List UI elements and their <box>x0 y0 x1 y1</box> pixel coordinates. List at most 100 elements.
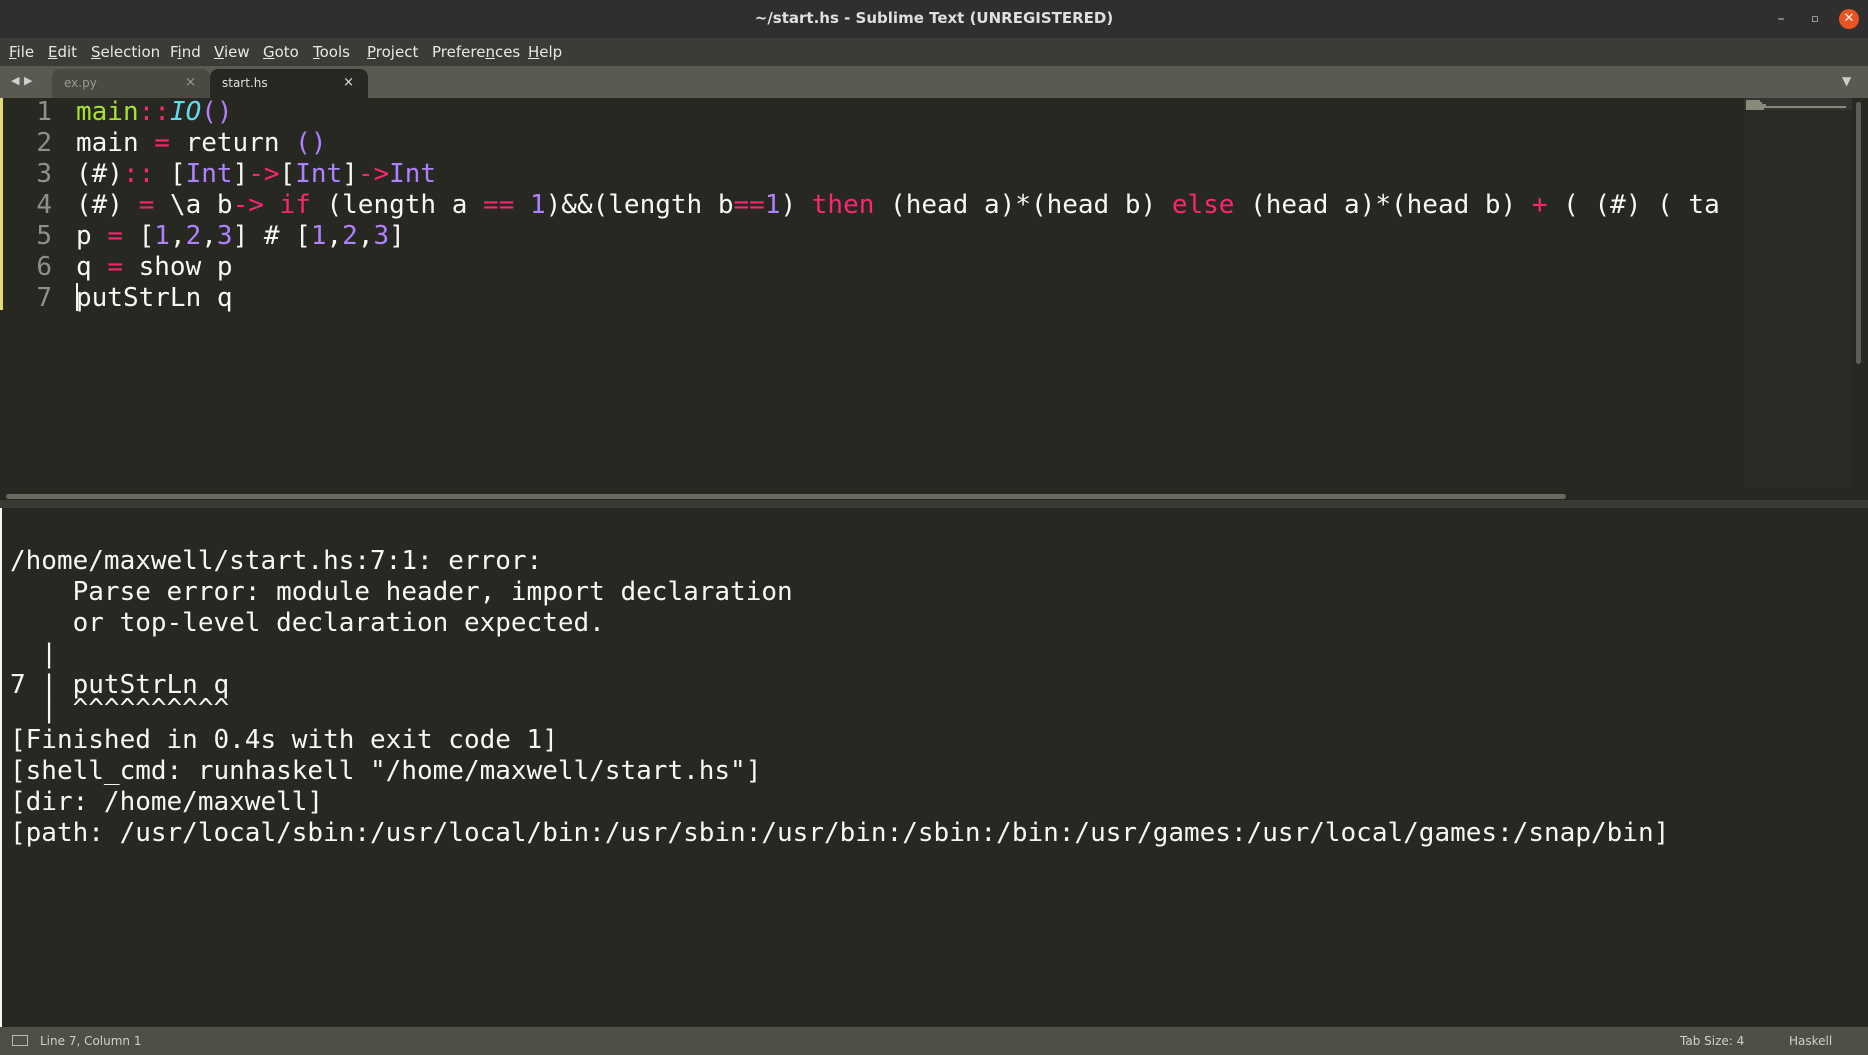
title-bar: ~/start.hs - Sublime Text (UNREGISTERED)… <box>0 0 1868 38</box>
output-line: or top-level declaration expected. <box>10 608 605 638</box>
code-token-plain: putStrLn q <box>76 283 233 313</box>
code-line: p = [1,2,3] # [1,2,3] <box>76 221 405 251</box>
code-token-constant: () <box>295 128 327 158</box>
tab-size[interactable]: Tab Size: 4 <box>1680 1034 1744 1048</box>
code-token-plain: \a b <box>154 190 233 220</box>
code-line: q = show p <box>76 252 233 282</box>
cursor-position[interactable]: Line 7, Column 1 <box>40 1034 142 1048</box>
tab-label: ex.py <box>64 76 97 90</box>
code-token-plain: , <box>201 221 217 251</box>
build-output-panel[interactable]: /home/maxwell/start.hs:7:1: error: Parse… <box>0 508 1868 1027</box>
output-line: /home/maxwell/start.hs:7:1: error: <box>10 546 543 576</box>
tab-close-icon[interactable]: × <box>185 69 196 97</box>
code-token-keyword: if <box>279 190 311 220</box>
editor-text-area[interactable]: 1 2 3 4 5 6 7 main::IO() main = return (… <box>0 98 1744 500</box>
close-icon[interactable]: ✕ <box>1839 9 1859 29</box>
code-token-keyword: -> <box>248 159 280 189</box>
code-token-keyword: + <box>1531 190 1548 220</box>
menu-view[interactable]: View <box>214 43 250 61</box>
code-line: (#) = \a b-> if (length a == 1)&&(length… <box>76 190 1720 220</box>
tab-close-icon[interactable]: × <box>343 69 354 97</box>
minimap[interactable] <box>1744 98 1852 488</box>
code-token-keyword: -> <box>232 190 264 220</box>
output-line: | <box>10 639 57 669</box>
code-token-constant: Int <box>295 159 343 189</box>
code-editor[interactable]: 1 2 3 4 5 6 7 main::IO() main = return (… <box>0 98 1868 500</box>
code-token-plain: ( (#) ( ta <box>1547 190 1720 220</box>
code-token-constant: () <box>201 98 233 127</box>
tab-label: start.hs <box>222 76 268 90</box>
code-token-plain: main <box>76 128 155 158</box>
code-token-plain: p <box>76 221 108 251</box>
tab-next-icon[interactable]: ▶ <box>24 74 32 87</box>
output-line: [Finished in 0.4s with exit code 1] <box>10 725 558 755</box>
code-token-plain: , <box>326 221 343 251</box>
tab-bar: ◀ ▶ ex.py × start.hs × <box>0 66 1868 98</box>
menu-project[interactable]: Project <box>367 43 418 61</box>
code-token-keyword: == <box>483 190 515 220</box>
code-token-constant: 1 <box>154 221 170 251</box>
code-token-plain: ] <box>389 221 405 251</box>
code-token-constant: 3 <box>373 221 390 251</box>
menu-file[interactable]: File <box>9 43 34 61</box>
horizontal-scrollbar[interactable] <box>6 494 1566 499</box>
line-number: 5 <box>36 221 52 251</box>
code-token-keyword: :: <box>138 98 170 127</box>
line-number: 6 <box>36 252 52 282</box>
text-cursor <box>76 283 78 311</box>
code-token-constant: 1 <box>530 190 546 220</box>
code-line: main = return () <box>76 128 326 158</box>
menu-find[interactable]: Find <box>170 43 201 61</box>
minimize-icon[interactable]: – <box>1771 9 1791 29</box>
panel-toggle-icon[interactable] <box>12 1035 28 1046</box>
code-token-keyword: = <box>154 128 170 158</box>
code-token-plain: q <box>76 252 108 282</box>
minimap-line <box>1746 108 1764 110</box>
output-line: Parse error: module header, import decla… <box>10 577 793 607</box>
menu-bar: File Edit Selection Find View Goto Tools… <box>0 38 1868 66</box>
syntax-mode[interactable]: Haskell <box>1789 1034 1832 1048</box>
menu-goto[interactable]: Goto <box>263 43 299 61</box>
code-token-keyword: -> <box>357 159 390 189</box>
output-line: [dir: /home/maxwell] <box>10 787 324 817</box>
output-line: [shell_cmd: runhaskell "/home/maxwell/st… <box>10 756 762 786</box>
menu-edit[interactable]: Edit <box>48 43 77 61</box>
code-token-plain: , <box>169 221 186 251</box>
line-number: 1 <box>36 98 52 127</box>
tab-prev-icon[interactable]: ◀ <box>11 74 19 87</box>
code-line: putStrLn q <box>76 283 233 313</box>
code-token-type: IO <box>169 98 202 127</box>
tab-start-hs[interactable]: start.hs × <box>210 69 368 98</box>
tab-ex-py[interactable]: ex.py × <box>52 69 210 98</box>
maximize-icon[interactable]: ▫ <box>1805 9 1825 29</box>
status-bar: Line 7, Column 1 Tab Size: 4 Haskell <box>0 1027 1868 1055</box>
line-number: 3 <box>36 159 52 189</box>
code-token-plain: ) <box>780 190 812 220</box>
code-token-plain: ] <box>342 159 358 189</box>
code-token-function: main <box>76 98 139 127</box>
output-line: | ^^^^^^^^^^ <box>10 694 230 724</box>
menu-tools[interactable]: Tools <box>313 43 350 61</box>
menu-selection[interactable]: Selection <box>91 43 160 61</box>
code-line: (#):: [Int]->[Int]->Int <box>76 159 436 189</box>
code-token-constant: 3 <box>216 221 233 251</box>
code-token-keyword: == <box>733 190 765 220</box>
code-token-constant: 2 <box>342 221 358 251</box>
code-token-plain: ] <box>232 159 249 189</box>
code-token-plain: (#) <box>76 159 123 189</box>
code-token-keyword: then <box>811 190 875 220</box>
vertical-scrollbar[interactable] <box>1856 102 1861 364</box>
code-token-constant: Int <box>185 159 233 189</box>
tab-overflow-icon[interactable]: ▼ <box>1842 74 1851 88</box>
code-token-plain: show p <box>122 252 233 282</box>
code-token-plain: [ <box>122 221 155 251</box>
panel-divider[interactable] <box>0 500 1868 508</box>
line-number: 7 <box>36 283 52 313</box>
code-token-constant: 1 <box>764 190 781 220</box>
menu-help[interactable]: Help <box>528 43 562 61</box>
menu-preferences[interactable]: Preferences <box>432 43 520 61</box>
code-token-plain: (head a)*(head b) <box>874 190 1172 220</box>
code-token-plain: ] # [ <box>232 221 311 251</box>
